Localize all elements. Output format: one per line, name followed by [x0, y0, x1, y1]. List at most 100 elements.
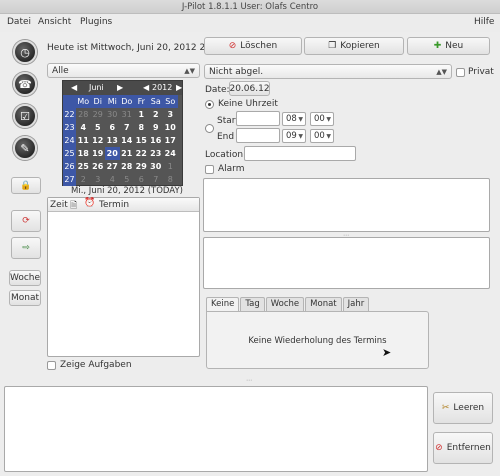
calendar-day[interactable]: 26: [91, 160, 106, 173]
month-calendar[interactable]: ◀ Juni ▶ ◀ 2012 ▶ Mo Di Mi Do Fr Sa So 22 28 29 30…: [62, 80, 183, 186]
address-app-icon[interactable]: ☎: [13, 72, 37, 96]
next-month-icon[interactable]: ▶: [117, 83, 123, 92]
tab-monat[interactable]: Monat: [305, 297, 342, 311]
calendar-day[interactable]: 27: [105, 160, 120, 173]
calendar-day[interactable]: 31: [120, 108, 135, 121]
delete-button[interactable]: ⊘ Löschen: [204, 37, 302, 55]
show-tasks-row[interactable]: Zeige Aufgaben: [47, 360, 132, 370]
calendar-day[interactable]: 11: [76, 134, 91, 147]
tab-keine[interactable]: Keine: [206, 297, 240, 312]
export-button[interactable]: ⇨: [11, 237, 41, 259]
menu-plugins[interactable]: Plugins: [80, 17, 112, 27]
next-year-icon[interactable]: ▶: [176, 83, 182, 92]
private-checkbox-row[interactable]: Privat: [456, 67, 494, 77]
end-minute-spinner[interactable]: 00 ▼: [310, 129, 334, 143]
appointment-list[interactable]: Zeit 🗎 ⏰ Termin: [47, 197, 200, 357]
calendar-day[interactable]: 29: [91, 108, 106, 121]
calendar-day[interactable]: 28: [76, 108, 91, 121]
calendar-day[interactable]: 30: [149, 160, 164, 173]
calendar-day[interactable]: 15: [134, 134, 149, 147]
datebook-app-icon[interactable]: ◷: [13, 40, 37, 64]
calendar-day[interactable]: 7: [120, 121, 135, 134]
memo-app-icon[interactable]: ✎: [13, 136, 37, 160]
prev-month-icon[interactable]: ◀: [71, 83, 77, 92]
calendar-grid[interactable]: Mo Di Mi Do Fr Sa So 22 28 29 30 31 1 2 3 23 4 5 6 7 8 9 10 24 1…: [63, 95, 182, 186]
calendar-day[interactable]: 6: [105, 121, 120, 134]
calendar-day-today[interactable]: 20: [105, 147, 120, 160]
calendar-day[interactable]: 1: [163, 160, 178, 173]
calendar-day[interactable]: 1: [134, 108, 149, 121]
col-zeit[interactable]: Zeit: [50, 200, 68, 210]
calendar-day[interactable]: 5: [120, 173, 135, 186]
lock-button[interactable]: 🔒: [11, 177, 41, 194]
col-termin[interactable]: Termin: [99, 200, 129, 210]
calendar-day[interactable]: 18: [76, 147, 91, 160]
location-field[interactable]: [244, 146, 356, 161]
menu-datei[interactable]: Datei: [7, 17, 31, 27]
calendar-day[interactable]: 23: [149, 147, 164, 160]
calendar-day[interactable]: 3: [163, 108, 178, 121]
bottom-textarea[interactable]: [4, 386, 428, 472]
prev-year-icon[interactable]: ◀: [143, 83, 149, 92]
sync-button[interactable]: ⟳: [11, 210, 41, 232]
calendar-day[interactable]: 29: [134, 160, 149, 173]
copy-button[interactable]: ❐ Kopieren: [304, 37, 404, 55]
start-hour-spinner[interactable]: 08 ▼: [282, 112, 306, 126]
start-date-field[interactable]: [236, 111, 280, 126]
end-date-field[interactable]: [236, 128, 280, 143]
calendar-day[interactable]: 4: [76, 121, 91, 134]
calendar-day[interactable]: 30: [105, 108, 120, 121]
note-textarea[interactable]: [203, 237, 490, 289]
tab-tag[interactable]: Tag: [240, 297, 265, 311]
start-minute-spinner[interactable]: 00 ▼: [310, 112, 334, 126]
new-button[interactable]: ✚ Neu: [407, 37, 490, 55]
calendar-day[interactable]: 8: [134, 121, 149, 134]
show-tasks-checkbox[interactable]: [47, 360, 56, 370]
month-view-button[interactable]: Monat: [9, 290, 41, 306]
calendar-day[interactable]: 22: [134, 147, 149, 160]
calendar-day[interactable]: 28: [120, 160, 135, 173]
calendar-day[interactable]: 3: [91, 173, 106, 186]
calendar-day[interactable]: 8: [163, 173, 178, 186]
alarm-checkbox[interactable]: [205, 164, 214, 174]
category-select[interactable]: Alle ▲▼: [47, 63, 200, 78]
description-textarea[interactable]: [203, 178, 490, 232]
calendar-day[interactable]: 6: [134, 173, 149, 186]
no-time-radio[interactable]: [205, 99, 214, 109]
calendar-day-header: Fr: [134, 95, 149, 108]
calendar-day[interactable]: 13: [105, 134, 120, 147]
calendar-day[interactable]: 12: [91, 134, 106, 147]
list-header: Zeit 🗎 ⏰ Termin: [48, 198, 199, 212]
alarm-row[interactable]: Alarm: [205, 164, 244, 174]
date-button[interactable]: 20.06.12: [229, 81, 270, 96]
calendar-day[interactable]: 4: [105, 173, 120, 186]
status-select[interactable]: Nicht abgel. ▲▼: [204, 64, 452, 79]
time-radio[interactable]: [205, 124, 214, 133]
tab-woche[interactable]: Woche: [265, 297, 305, 311]
menu-ansicht[interactable]: Ansicht: [38, 17, 71, 27]
calendar-day[interactable]: 10: [163, 121, 178, 134]
remove-button[interactable]: ⊘ Entfernen: [433, 432, 493, 464]
calendar-day[interactable]: 17: [163, 134, 178, 147]
todo-app-icon[interactable]: ☑: [13, 104, 37, 128]
no-time-row[interactable]: Keine Uhrzeit: [205, 99, 278, 109]
tab-jahr[interactable]: Jahr: [342, 297, 370, 311]
calendar-day[interactable]: 21: [120, 147, 135, 160]
calendar-day[interactable]: 19: [91, 147, 106, 160]
end-hour-spinner[interactable]: 09 ▼: [282, 129, 306, 143]
clear-button[interactable]: ✂ Leeren: [433, 392, 493, 424]
calendar-day[interactable]: 24: [163, 147, 178, 160]
calendar-day[interactable]: 2: [149, 108, 164, 121]
calendar-day[interactable]: 9: [149, 121, 164, 134]
calendar-header: ◀ Juni ▶ ◀ 2012 ▶: [63, 81, 182, 95]
calendar-day[interactable]: 16: [149, 134, 164, 147]
horizontal-splitter-handle[interactable]: ⋯: [246, 377, 252, 384]
menu-hilfe[interactable]: Hilfe: [474, 17, 494, 27]
calendar-day[interactable]: 14: [120, 134, 135, 147]
calendar-day[interactable]: 7: [149, 173, 164, 186]
calendar-day[interactable]: 25: [76, 160, 91, 173]
calendar-day[interactable]: 5: [91, 121, 106, 134]
calendar-day[interactable]: 2: [76, 173, 91, 186]
week-view-button[interactable]: Woche: [9, 270, 41, 286]
private-checkbox[interactable]: [456, 67, 465, 77]
